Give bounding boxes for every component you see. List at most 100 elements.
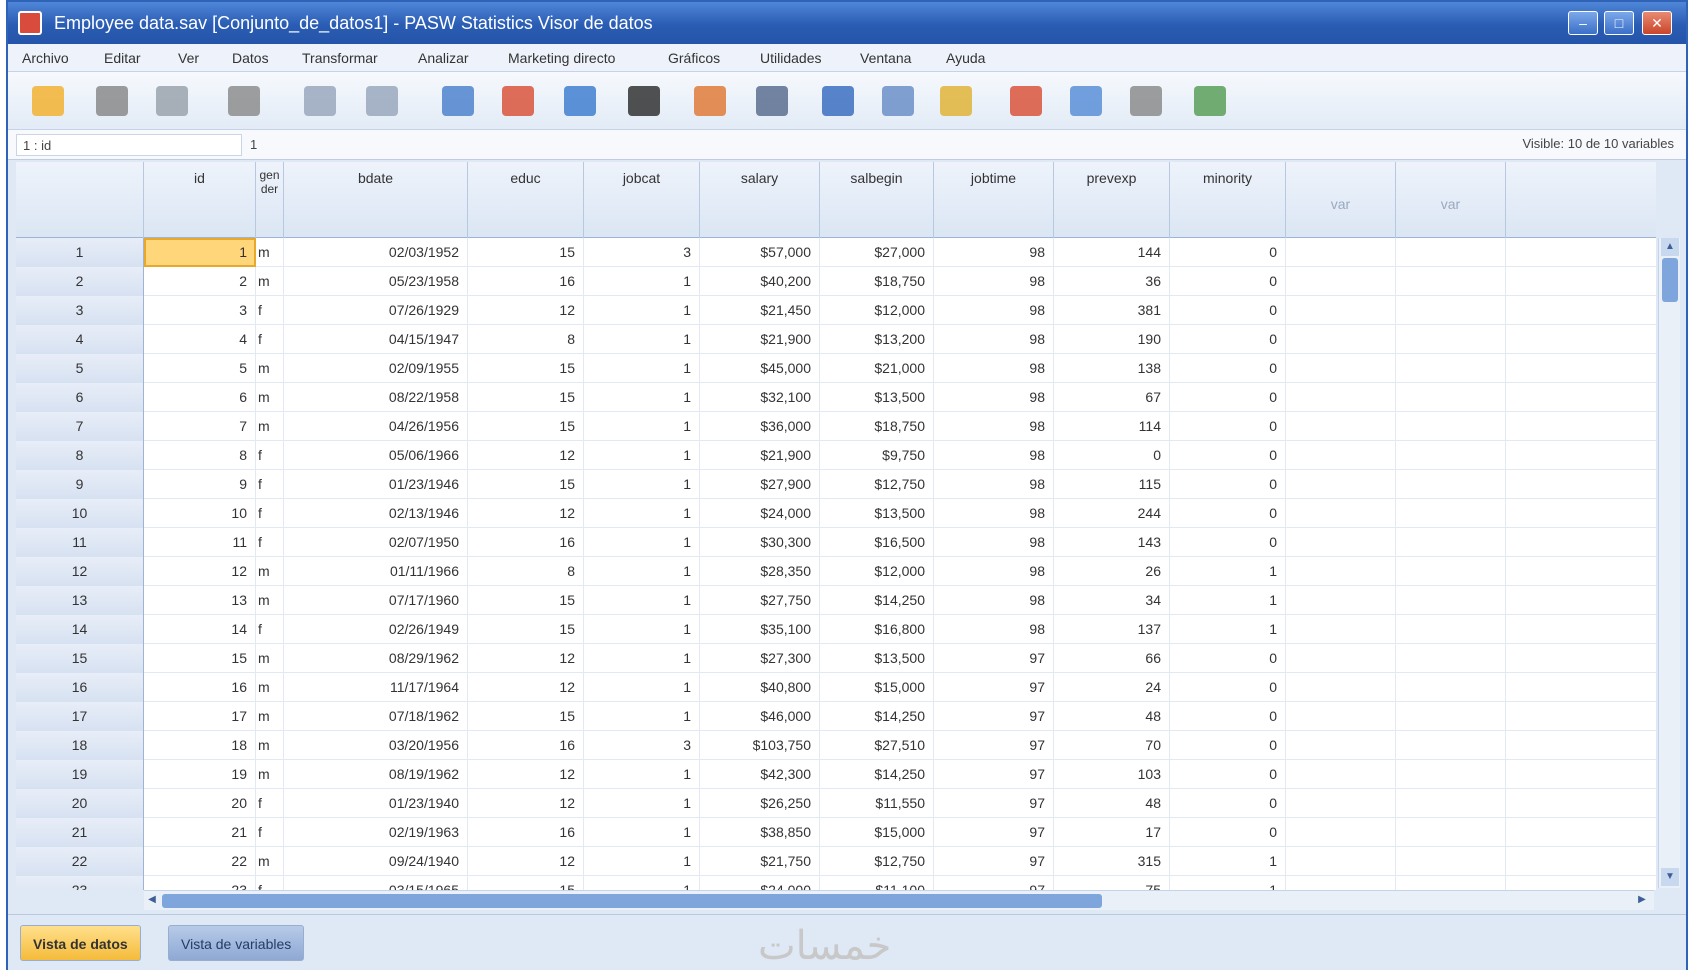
weight-cases-button[interactable] (876, 80, 920, 122)
row-number[interactable]: 17 (16, 702, 144, 731)
cell-prevexp[interactable]: 103 (1054, 760, 1170, 789)
menu-ventana[interactable]: Ventana (860, 50, 911, 66)
cell-salary[interactable]: $21,900 (700, 325, 820, 354)
scroll-down-icon[interactable]: ▼ (1661, 868, 1679, 886)
cell-minority[interactable]: 0 (1170, 267, 1286, 296)
horizontal-scroll-thumb[interactable] (162, 894, 1102, 908)
cell-salbegin[interactable]: $12,000 (820, 296, 934, 325)
cell-var2[interactable] (1396, 528, 1506, 557)
cell-gender[interactable]: f (256, 615, 284, 644)
cell-salbegin[interactable]: $18,750 (820, 412, 934, 441)
cell-var2[interactable] (1396, 731, 1506, 760)
cell-var1[interactable] (1286, 818, 1396, 847)
cell-gender[interactable]: f (256, 789, 284, 818)
cell-prevexp[interactable]: 67 (1054, 383, 1170, 412)
cell-salary[interactable]: $27,750 (700, 586, 820, 615)
cell-jobtime[interactable]: 97 (934, 731, 1054, 760)
cell-id[interactable]: 20 (144, 789, 256, 818)
cell-bdate[interactable]: 01/11/1966 (284, 557, 468, 586)
cell-educ[interactable]: 12 (468, 644, 584, 673)
cell-educ[interactable]: 16 (468, 267, 584, 296)
row-number[interactable]: 15 (16, 644, 144, 673)
cell-minority[interactable]: 0 (1170, 528, 1286, 557)
cell-prevexp[interactable]: 66 (1054, 644, 1170, 673)
cell-jobcat[interactable]: 1 (584, 412, 700, 441)
cell-bdate[interactable]: 01/23/1946 (284, 470, 468, 499)
cell-var2[interactable] (1396, 267, 1506, 296)
cell-bdate[interactable]: 07/26/1929 (284, 296, 468, 325)
cell-bdate[interactable]: 02/09/1955 (284, 354, 468, 383)
cell-salbegin[interactable]: $13,500 (820, 383, 934, 412)
cell-salbegin[interactable]: $16,500 (820, 528, 934, 557)
row-number[interactable]: 9 (16, 470, 144, 499)
row-number[interactable]: 14 (16, 615, 144, 644)
cell-salbegin[interactable]: $9,750 (820, 441, 934, 470)
cell-bdate[interactable]: 02/13/1946 (284, 499, 468, 528)
vertical-scroll-thumb[interactable] (1662, 258, 1678, 302)
cell-educ[interactable]: 12 (468, 296, 584, 325)
cell-jobtime[interactable]: 98 (934, 267, 1054, 296)
cell-gender[interactable]: f (256, 818, 284, 847)
cell-minority[interactable]: 0 (1170, 789, 1286, 818)
cell-prevexp[interactable]: 70 (1054, 731, 1170, 760)
row-number[interactable]: 18 (16, 731, 144, 760)
cell-gender[interactable]: f (256, 876, 284, 890)
column-header-educ[interactable]: educ (468, 162, 584, 238)
cell-var2[interactable] (1396, 644, 1506, 673)
cell-bdate[interactable]: 03/20/1956 (284, 731, 468, 760)
cell-salary[interactable]: $21,750 (700, 847, 820, 876)
cell-minority[interactable]: 1 (1170, 615, 1286, 644)
cell-minority[interactable]: 0 (1170, 760, 1286, 789)
dialog-recall-button[interactable] (222, 80, 266, 122)
cell-gender[interactable]: m (256, 238, 284, 267)
cell-jobcat[interactable]: 3 (584, 731, 700, 760)
cell-var1[interactable] (1286, 789, 1396, 818)
cell-var2[interactable] (1396, 557, 1506, 586)
cell-salary[interactable]: $24,000 (700, 876, 820, 890)
column-header-prevexp[interactable]: prevexp (1054, 162, 1170, 238)
cell-var2[interactable] (1396, 354, 1506, 383)
cell-educ[interactable]: 12 (468, 760, 584, 789)
cell-salbegin[interactable]: $18,750 (820, 267, 934, 296)
cell-salary[interactable]: $28,350 (700, 557, 820, 586)
cell-minority[interactable]: 0 (1170, 441, 1286, 470)
cell-jobtime[interactable]: 98 (934, 441, 1054, 470)
close-button[interactable]: ✕ (1642, 11, 1672, 35)
cell-jobcat[interactable]: 1 (584, 528, 700, 557)
row-number[interactable]: 10 (16, 499, 144, 528)
cell-prevexp[interactable]: 36 (1054, 267, 1170, 296)
cell-jobtime[interactable]: 97 (934, 644, 1054, 673)
cell-educ[interactable]: 15 (468, 383, 584, 412)
cell-var2[interactable] (1396, 325, 1506, 354)
cell-educ[interactable]: 8 (468, 557, 584, 586)
cell-minority[interactable]: 1 (1170, 586, 1286, 615)
variables-button[interactable] (558, 80, 602, 122)
cell-jobcat[interactable]: 1 (584, 818, 700, 847)
cell-var1[interactable] (1286, 673, 1396, 702)
cell-reference-field[interactable]: 1 : id (16, 134, 242, 156)
cell-educ[interactable]: 15 (468, 876, 584, 890)
cell-salbegin[interactable]: $14,250 (820, 702, 934, 731)
cell-bdate[interactable]: 03/15/1965 (284, 876, 468, 890)
cell-jobcat[interactable]: 1 (584, 557, 700, 586)
row-number[interactable]: 22 (16, 847, 144, 876)
column-header-bdate[interactable]: bdate (284, 162, 468, 238)
cell-jobcat[interactable]: 1 (584, 615, 700, 644)
cell-salbegin[interactable]: $13,200 (820, 325, 934, 354)
cell-minority[interactable]: 1 (1170, 847, 1286, 876)
cell-id[interactable]: 6 (144, 383, 256, 412)
cell-gender[interactable]: f (256, 325, 284, 354)
cell-id[interactable]: 1 (144, 238, 256, 267)
cell-jobtime[interactable]: 97 (934, 760, 1054, 789)
row-number[interactable]: 7 (16, 412, 144, 441)
column-header-salbegin[interactable]: salbegin (820, 162, 934, 238)
cell-var1[interactable] (1286, 441, 1396, 470)
cell-jobtime[interactable]: 98 (934, 383, 1054, 412)
cell-salbegin[interactable]: $12,750 (820, 847, 934, 876)
cell-salary[interactable]: $42,300 (700, 760, 820, 789)
cell-educ[interactable]: 16 (468, 818, 584, 847)
cell-prevexp[interactable]: 143 (1054, 528, 1170, 557)
cell-minority[interactable]: 1 (1170, 876, 1286, 890)
cell-id[interactable]: 16 (144, 673, 256, 702)
cell-jobtime[interactable]: 98 (934, 499, 1054, 528)
